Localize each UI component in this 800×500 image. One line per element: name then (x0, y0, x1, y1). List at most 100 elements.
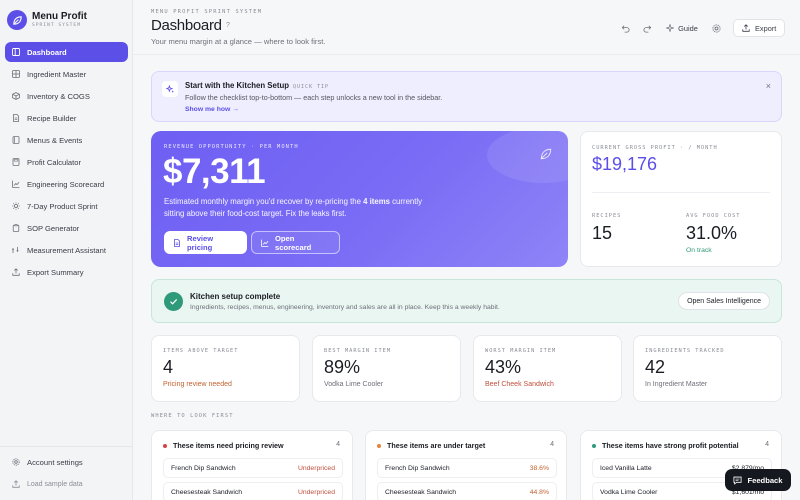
page-title: Dashboard (151, 17, 222, 34)
kpi-subtext: Pricing review needed (163, 381, 232, 388)
account-settings-label: Account settings (27, 457, 83, 467)
item-value: 38.6% (529, 464, 549, 472)
help-icon[interactable]: ? (226, 22, 230, 29)
item-name: Iced Vanilla Latte (600, 464, 652, 472)
item-name: Vodka Lime Cooler (600, 488, 658, 496)
document-icon (12, 114, 20, 122)
guide-button[interactable]: Guide (661, 19, 703, 37)
list-item[interactable]: Cheesesteak Sandwich Underpriced (163, 482, 343, 500)
sidebar-item-menus-events[interactable]: Menus & Events (5, 130, 128, 150)
item-name: Cheesesteak Sandwich (385, 488, 457, 496)
section-label: WHERE TO LOOK FIRST (151, 413, 234, 419)
food-cost-status: On track (686, 247, 712, 254)
status-dot (377, 443, 381, 448)
kpi-value: 89% (324, 357, 361, 377)
sidebar-item-dashboard[interactable]: Dashboard (5, 42, 128, 62)
sidebar-item-engineering-scorecard[interactable]: Engineering Scorecard (5, 174, 128, 194)
gross-profit-card: CURRENT GROSS PROFIT · / MONTH $19,176 R… (580, 131, 782, 267)
open-sales-intelligence-button[interactable]: Open Sales Intelligence (678, 292, 770, 310)
kpi-value: 42 (645, 357, 666, 377)
status-dot (592, 443, 596, 448)
list-item[interactable]: French Dip Sandwich 38.6% (377, 458, 557, 478)
sidebar-nav: Dashboard Ingredient Master Inventory & … (5, 42, 128, 284)
chart-icon (261, 239, 269, 247)
sidebar-item-label: Engineering Scorecard (27, 179, 105, 189)
sidebar-item-label: Measurement Assistant (27, 245, 106, 255)
export-label: Export (755, 23, 777, 33)
upload-icon (12, 480, 20, 488)
account-settings-link[interactable]: Account settings (5, 452, 128, 472)
review-pricing-label: Review pricing (187, 233, 214, 252)
redo-icon (643, 25, 651, 33)
sidebar-item-ingredient-master[interactable]: Ingredient Master (5, 64, 128, 84)
status-dot (163, 443, 167, 448)
revenue-opportunity-card: REVENUE OPPORTUNITY · PER MONTH $7,311 E… (151, 131, 568, 267)
redo-button[interactable] (638, 19, 656, 37)
settings-button[interactable] (707, 19, 725, 37)
sidebar: Menu Profit SPRINT SYSTEM Dashboard Ingr… (0, 0, 133, 500)
brand-subtitle: SPRINT SYSTEM (32, 23, 81, 28)
review-pricing-button[interactable]: Review pricing (164, 231, 247, 254)
show-me-how-link[interactable]: Show me how → (185, 106, 239, 113)
chat-icon (733, 476, 742, 485)
kpi-best-margin-item[interactable]: BEST MARGIN ITEM 89% Vodka Lime Cooler (312, 335, 461, 402)
close-icon[interactable]: × (766, 81, 771, 91)
leaf-logo-icon (7, 10, 27, 30)
kpi-ingredients-tracked[interactable]: INGREDIENTS TRACKED 42 In Ingredient Mas… (633, 335, 782, 402)
sidebar-item-recipe-builder[interactable]: Recipe Builder (5, 108, 128, 128)
export-button[interactable]: Export (733, 19, 786, 37)
sidebar-item-sop-generator[interactable]: SOP Generator (5, 218, 128, 238)
divider (592, 192, 770, 193)
check-icon (164, 292, 183, 311)
sidebar-item-profit-calculator[interactable]: Profit Calculator (5, 152, 128, 172)
list-item[interactable]: Cheesesteak Sandwich 44.8% (377, 482, 557, 500)
kpi-items-above-target[interactable]: ITEMS ABOVE TARGET 4 Pricing review need… (151, 335, 300, 402)
clipboard-icon (12, 224, 20, 232)
load-sample-data-link[interactable]: Load sample data (5, 474, 128, 494)
guide-label: Guide (678, 23, 698, 33)
panel-title-text: These items have strong profit potential (602, 441, 739, 450)
revenue-opportunity-description: Estimated monthly margin you'd recover b… (164, 196, 424, 220)
list-item[interactable]: French Dip Sandwich Underpriced (163, 458, 343, 478)
revenue-opportunity-label: REVENUE OPPORTUNITY · PER MONTH (164, 144, 299, 150)
feedback-button[interactable]: Feedback (725, 469, 791, 491)
open-scorecard-button[interactable]: Open scorecard (251, 231, 340, 254)
sidebar-item-label: Inventory & COGS (27, 91, 90, 101)
calculator-icon (12, 158, 20, 166)
tip-title: Start with the Kitchen Setup QUICK TIP (185, 81, 329, 90)
recipes-value: 15 (592, 223, 613, 243)
tip-body: Follow the checklist top-to-bottom — eac… (185, 93, 443, 102)
kpi-subtext: Beef Cheek Sandwich (485, 381, 554, 388)
undo-icon (621, 25, 629, 33)
panel-title: These items have strong profit potential (592, 441, 739, 450)
sidebar-divider (0, 446, 133, 447)
panel-title-text: These items are under target (387, 441, 486, 450)
sidebar-item-label: Dashboard (27, 47, 67, 57)
tip-title-text: Start with the Kitchen Setup (185, 81, 289, 90)
brand[interactable]: Menu Profit SPRINT SYSTEM (7, 10, 87, 30)
sidebar-item-label: Recipe Builder (27, 113, 77, 123)
sidebar-item-inventory-cogs[interactable]: Inventory & COGS (5, 86, 128, 106)
sidebar-item-measurement-assistant[interactable]: Measurement Assistant (5, 240, 128, 260)
book-icon (12, 136, 20, 144)
upload-icon (12, 268, 20, 276)
sidebar-item-export-summary[interactable]: Export Summary (5, 262, 128, 282)
item-value: 44.8% (529, 488, 549, 496)
sidebar-bottom: Account settings Load sample data (5, 452, 128, 496)
pricing-review-panel: These items need pricing review 4 French… (151, 430, 353, 500)
kpi-label: BEST MARGIN ITEM (324, 348, 392, 354)
kpi-label: ITEMS ABOVE TARGET (163, 348, 239, 354)
sidebar-item-7-day-product-sprint[interactable]: 7-Day Product Sprint (5, 196, 128, 216)
kpi-value: 4 (163, 357, 174, 377)
kpi-value: 43% (485, 357, 522, 377)
tip-badge: QUICK TIP (292, 84, 330, 90)
document-icon (173, 238, 181, 247)
kpi-worst-margin-item[interactable]: WORST MARGIN ITEM 43% Beef Cheek Sandwic… (473, 335, 622, 402)
sidebar-item-label: Ingredient Master (27, 69, 87, 79)
brand-name: Menu Profit (32, 11, 87, 22)
item-status: Underpriced (297, 464, 335, 472)
undo-button[interactable] (616, 19, 634, 37)
layout-icon (12, 48, 20, 56)
panel-title-text: These items need pricing review (173, 441, 284, 450)
sidebar-item-label: Menus & Events (27, 135, 83, 145)
